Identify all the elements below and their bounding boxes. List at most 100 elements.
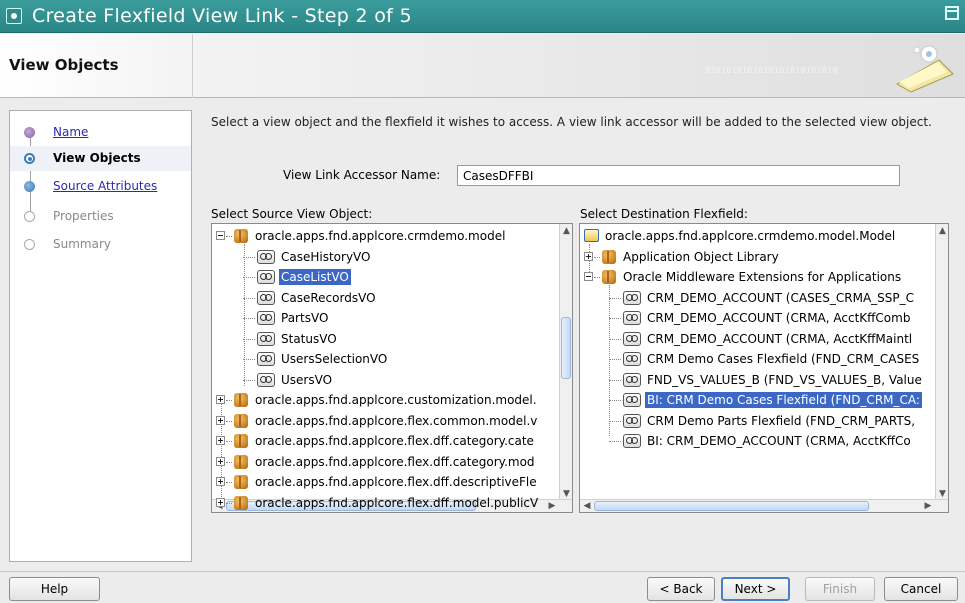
- source-tree-row[interactable]: oracle.apps.fnd.applcore.customization.m…: [212, 390, 572, 410]
- step-properties: Properties: [10, 204, 191, 229]
- source-tree-row[interactable]: oracle.apps.fnd.applcore.flex.dff.model.…: [212, 493, 572, 513]
- source-tree-row[interactable]: UsersVO: [212, 370, 572, 390]
- binary-decoration: 0101010101010101010101010: [705, 66, 838, 75]
- view-object-icon: [257, 352, 275, 366]
- step-label: Properties: [53, 209, 114, 223]
- expand-icon[interactable]: [584, 251, 593, 261]
- tree-guide-line: [226, 461, 232, 463]
- help-button[interactable]: Help: [9, 577, 100, 601]
- view-object-icon: [257, 270, 275, 284]
- step-label: Summary: [53, 237, 111, 251]
- source-tree-row[interactable]: oracle.apps.fnd.applcore.flex.dff.descri…: [212, 472, 572, 492]
- tree-item-label: CRM_DEMO_ACCOUNT (CASES_CRMA_SSP_C: [647, 290, 915, 305]
- tree-item-label: oracle.apps.fnd.applcore.crmdemo.model: [255, 229, 506, 243]
- tree-guide-line: [609, 359, 621, 360]
- tree-item-label: oracle.apps.fnd.applcore.customization.m…: [255, 393, 537, 407]
- tree-item-label: UsersVO: [281, 372, 333, 387]
- view-object-icon: [623, 331, 641, 346]
- source-tree-row[interactable]: oracle.apps.fnd.applcore.crmdemo.model: [212, 226, 572, 246]
- source-tree-row[interactable]: CaseListVO: [212, 267, 572, 287]
- expand-icon[interactable]: [216, 395, 225, 404]
- tree-guide-line: [243, 256, 255, 258]
- source-tree-row[interactable]: CaseHistoryVO: [212, 247, 572, 267]
- back-button[interactable]: < Back: [647, 577, 715, 601]
- dest-tree-row[interactable]: BI: CRM_DEMO_ACCOUNT (CRMA, AcctKffCo: [580, 431, 948, 451]
- tree-item-label: Application Object Library: [623, 249, 779, 264]
- source-view-object-tree[interactable]: ▲ ▼ ◀ ▶ oracle.apps.fnd.applcore.crmdemo…: [211, 223, 573, 513]
- window-titlebar[interactable]: Create Flexfield View Link - Step 2 of 5: [0, 0, 965, 33]
- tree-item-label: oracle.apps.fnd.applcore.flex.dff.descri…: [255, 475, 537, 489]
- step-done-icon: [24, 127, 35, 138]
- cancel-button[interactable]: Cancel: [884, 577, 958, 601]
- window-menu-icon[interactable]: [6, 8, 22, 24]
- step-view-objects[interactable]: View Objects: [10, 146, 191, 171]
- tree-guide-line: [243, 318, 255, 319]
- tree-guide-line: [243, 359, 255, 360]
- tree-item-label: CaseListVO: [279, 269, 351, 285]
- dest-tree-row[interactable]: Oracle Middleware Extensions for Applica…: [580, 267, 948, 287]
- view-object-icon: [623, 393, 641, 407]
- dest-tree-row[interactable]: CRM Demo Parts Flexfield (FND_CRM_PARTS,: [580, 411, 948, 431]
- tree-item-label: FND_VS_VALUES_B (FND_VS_VALUES_B, Value: [647, 372, 922, 387]
- dest-tree-row[interactable]: Application Object Library: [580, 247, 948, 267]
- maximize-icon[interactable]: [945, 6, 959, 20]
- scroll-right-icon[interactable]: ▶: [923, 501, 933, 511]
- next-button[interactable]: Next >: [721, 577, 790, 601]
- source-tree-row[interactable]: PartsVO: [212, 308, 572, 328]
- destination-flexfield-tree[interactable]: ▲ ▼ ◀ ▶ oracle.apps.fnd.applcore.crmdemo…: [579, 223, 949, 513]
- collapse-icon[interactable]: [216, 231, 225, 240]
- scroll-thumb[interactable]: [594, 501, 869, 511]
- expand-icon[interactable]: [216, 497, 225, 507]
- tree-item-label: oracle.apps.fnd.applcore.crmdemo.model.M…: [605, 229, 896, 243]
- view-object-icon: [623, 311, 641, 325]
- expand-icon[interactable]: [216, 477, 225, 486]
- expand-icon[interactable]: [216, 415, 225, 425]
- tree-item-label: UsersSelectionVO: [281, 352, 388, 366]
- dest-tree-row[interactable]: FND_VS_VALUES_B (FND_VS_VALUES_B, Value: [580, 370, 948, 390]
- tree-guide-line: [226, 502, 232, 504]
- finish-button: Finish: [805, 577, 875, 601]
- source-tree-row[interactable]: oracle.apps.fnd.applcore.flex.dff.catego…: [212, 452, 572, 472]
- wizard-steps-nav: Name View Objects Source Attributes Prop…: [9, 110, 192, 562]
- wizard-logo-icon: [895, 45, 954, 93]
- tree-item-label: CRM Demo Cases Flexfield (FND_CRM_CASES: [647, 352, 920, 366]
- dest-tree-row[interactable]: CRM_DEMO_ACCOUNT (CRMA, AcctKffComb: [580, 308, 948, 328]
- step-source-attributes[interactable]: Source Attributes: [10, 174, 191, 199]
- dest-tree-row[interactable]: oracle.apps.fnd.applcore.crmdemo.model.M…: [580, 226, 948, 246]
- dest-horizontal-scrollbar[interactable]: ◀ ▶: [580, 499, 948, 512]
- tree-item-label: StatusVO: [281, 331, 337, 346]
- accessor-name-input[interactable]: [457, 165, 900, 186]
- tree-item-label: oracle.apps.fnd.applcore.flex.common.mod…: [255, 413, 538, 428]
- tree-guide-line: [609, 379, 621, 381]
- dest-tree-row[interactable]: CRM_DEMO_ACCOUNT (CASES_CRMA_SSP_C: [580, 288, 948, 308]
- tree-item-label: CRM Demo Parts Flexfield (FND_CRM_PARTS,: [647, 413, 916, 428]
- view-object-icon: [623, 352, 641, 366]
- source-tree-row[interactable]: CaseRecordsVO: [212, 288, 572, 308]
- source-tree-row[interactable]: UsersSelectionVO: [212, 349, 572, 369]
- footer-divider: [0, 571, 965, 572]
- expand-icon[interactable]: [216, 456, 225, 466]
- scroll-down-icon[interactable]: ▼: [938, 489, 947, 499]
- step-name[interactable]: Name: [10, 120, 191, 145]
- view-object-icon: [257, 249, 275, 264]
- step-current-icon: [24, 153, 35, 164]
- tree-item-label: CaseHistoryVO: [281, 249, 371, 264]
- dest-tree-row[interactable]: CRM Demo Cases Flexfield (FND_CRM_CASES: [580, 349, 948, 369]
- instructions-text: Select a view object and the flexfield i…: [211, 115, 932, 129]
- collapse-icon[interactable]: [584, 272, 593, 281]
- package-icon: [234, 434, 248, 448]
- tree-guide-line: [243, 277, 255, 278]
- tree-item-label: PartsVO: [281, 311, 329, 325]
- scroll-left-icon[interactable]: ◀: [582, 501, 592, 511]
- source-tree-row[interactable]: oracle.apps.fnd.applcore.flex.common.mod…: [212, 411, 572, 431]
- tree-guide-line: [243, 338, 255, 340]
- tree-guide-line: [226, 400, 232, 401]
- source-tree-row[interactable]: oracle.apps.fnd.applcore.flex.dff.catego…: [212, 431, 572, 451]
- dest-tree-row[interactable]: BI: CRM Demo Cases Flexfield (FND_CRM_CA…: [580, 390, 948, 410]
- package-icon: [602, 249, 616, 264]
- source-tree-row[interactable]: StatusVO: [212, 329, 572, 349]
- step-label: View Objects: [53, 151, 141, 165]
- expand-icon[interactable]: [216, 436, 225, 445]
- dest-tree-row[interactable]: CRM_DEMO_ACCOUNT (CRMA, AcctKffMaintl: [580, 329, 948, 349]
- tree-guide-line: [609, 400, 621, 401]
